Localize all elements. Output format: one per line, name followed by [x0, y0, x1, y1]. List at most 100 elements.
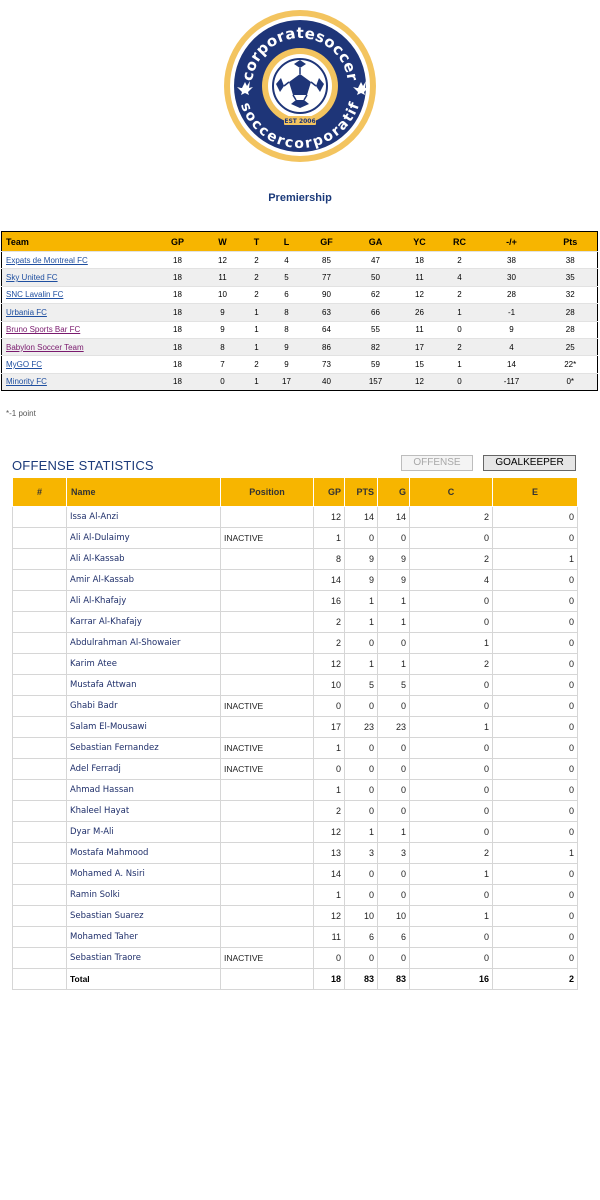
standings-gf-cell: 73 — [301, 355, 352, 374]
player-pos-cell — [220, 863, 314, 885]
player-row: Issa Al-Anzi 12 14 14 2 0 — [12, 506, 578, 528]
offense-statistics-title: OFFENSE STATISTICS — [12, 458, 154, 473]
team-link[interactable]: Minority FC — [6, 377, 47, 386]
offense-button[interactable]: OFFENSE — [401, 455, 473, 471]
stats-header-cell[interactable]: # — [12, 477, 67, 507]
player-name-cell[interactable]: Ali Al-Khafajy — [66, 590, 221, 612]
standings-ga-cell: 55 — [351, 320, 400, 339]
stats-header-cell[interactable]: PTS — [344, 477, 378, 507]
player-num-cell — [12, 506, 67, 528]
site-logo[interactable]: corporatesoccer soccercorporatif EST 200… — [222, 8, 378, 164]
player-num-cell — [12, 758, 67, 780]
player-pos-cell — [220, 842, 314, 864]
team-link[interactable]: Bruno Sports Bar FC — [6, 325, 80, 334]
player-pos-cell — [220, 632, 314, 654]
standings-table: Team GP W T L GF GA YC RC -/+ Pts Expats de Montre… — [1, 231, 598, 392]
player-pts-cell: 6 — [344, 926, 378, 948]
player-e-cell: 0 — [492, 611, 578, 633]
player-e-cell: 0 — [492, 737, 578, 759]
player-name-cell[interactable]: Total — [66, 968, 221, 990]
team-link[interactable]: Babylon Soccer Team — [6, 343, 84, 352]
player-row: Ghabi Badr INACTIVE 0 0 0 0 0 — [12, 695, 578, 717]
player-c-cell: 1 — [409, 905, 493, 927]
stats-header-cell[interactable]: Name — [66, 477, 221, 507]
player-row: Mostafa Mahmood 13 3 3 2 1 — [12, 842, 578, 864]
stats-header-row: # Name Position GP PTS G C E — [12, 477, 578, 507]
standings-row: Minority FC 18 0 1 17 40 157 12 0 -117 0* — [1, 372, 598, 391]
player-name-cell[interactable]: Issa Al-Anzi — [66, 506, 221, 528]
player-gp-cell: 12 — [313, 506, 345, 528]
standings-header-cell: Pts — [543, 231, 598, 252]
standings-pts-cell: 0* — [543, 372, 598, 391]
player-name-cell[interactable]: Ramin Solki — [66, 884, 221, 906]
standings-header-cell: YC — [399, 231, 440, 252]
player-name-cell[interactable]: Mohamed A. Nsiri — [66, 863, 221, 885]
player-name-cell[interactable]: Salam El-Mousawi — [66, 716, 221, 738]
stats-header-cell[interactable]: G — [377, 477, 410, 507]
team-link[interactable]: Sky United FC — [6, 273, 58, 282]
team-link[interactable]: SNC Lavalin FC — [6, 290, 63, 299]
player-g-cell: 0 — [377, 527, 410, 549]
player-name-cell[interactable]: Mohamed Taher — [66, 926, 221, 948]
player-pts-cell: 83 — [344, 968, 378, 990]
stats-header-cell[interactable]: E — [492, 477, 578, 507]
player-name-cell[interactable]: Sebastian Fernandez — [66, 737, 221, 759]
standings-rc-cell: 1 — [439, 355, 480, 374]
standings-gf-cell: 86 — [301, 337, 352, 356]
player-name-cell[interactable]: Karrar Al-Khafajy — [66, 611, 221, 633]
player-name-cell[interactable]: Abdulrahman Al-Showaier — [66, 632, 221, 654]
team-link[interactable]: Urbania FC — [6, 308, 47, 317]
standings-diff-cell: -117 — [479, 372, 544, 391]
team-link[interactable]: MyGO FC — [6, 360, 42, 369]
standings-w-cell: 12 — [203, 250, 242, 269]
player-num-cell — [12, 527, 67, 549]
player-name-cell[interactable]: Amir Al-Kassab — [66, 569, 221, 591]
standings-gf-cell: 85 — [301, 250, 352, 269]
player-name-cell[interactable]: Adel Ferradj — [66, 758, 221, 780]
standings-rc-cell: 2 — [439, 285, 480, 304]
player-name-cell[interactable]: Dyar M-Ali — [66, 821, 221, 843]
stats-header-cell[interactable]: Position — [220, 477, 314, 507]
standings-l-cell: 17 — [271, 372, 302, 391]
player-name-cell[interactable]: Ali Al-Kassab — [66, 548, 221, 570]
player-pts-cell: 0 — [344, 527, 378, 549]
player-pos-cell — [220, 800, 314, 822]
team-link[interactable]: Expats de Montreal FC — [6, 256, 88, 265]
player-name-cell[interactable]: Sebastian Traore — [66, 947, 221, 969]
standings-l-cell: 4 — [271, 250, 302, 269]
standings-gp-cell: 18 — [151, 285, 204, 304]
player-pts-cell: 0 — [344, 758, 378, 780]
standings-row: Babylon Soccer Team 18 8 1 9 86 82 17 2 4 25 — [1, 337, 598, 356]
player-name-cell[interactable]: Khaleel Hayat — [66, 800, 221, 822]
standings-rc-cell: 0 — [439, 372, 480, 391]
player-num-cell — [12, 947, 67, 969]
player-row: Khaleel Hayat 2 0 0 0 0 — [12, 800, 578, 822]
player-name-cell[interactable]: Karim Atee — [66, 653, 221, 675]
stats-header-cell[interactable]: GP — [313, 477, 345, 507]
player-name-cell[interactable]: Mostafa Mahmood — [66, 842, 221, 864]
player-c-cell: 0 — [409, 737, 493, 759]
stats-header-cell[interactable]: C — [409, 477, 493, 507]
player-row: Ramin Solki 1 0 0 0 0 — [12, 884, 578, 906]
player-gp-cell: 12 — [313, 653, 345, 675]
player-pos-cell — [220, 569, 314, 591]
player-pos-cell — [220, 779, 314, 801]
player-gp-cell: 1 — [313, 527, 345, 549]
player-name-cell[interactable]: Mustafa Attwan — [66, 674, 221, 696]
player-name-cell[interactable]: Sebastian Suarez — [66, 905, 221, 927]
standings-w-cell: 9 — [203, 303, 242, 322]
player-g-cell: 14 — [377, 506, 410, 528]
player-name-cell[interactable]: Ali Al-Dulaimy — [66, 527, 221, 549]
player-name-cell[interactable]: Ahmad Hassan — [66, 779, 221, 801]
player-pos-cell — [220, 653, 314, 675]
player-e-cell: 0 — [492, 506, 578, 528]
standings-w-cell: 10 — [203, 285, 242, 304]
goalkeeper-button[interactable]: GOALKEEPER — [483, 455, 576, 471]
player-g-cell: 6 — [377, 926, 410, 948]
player-name-cell[interactable]: Ghabi Badr — [66, 695, 221, 717]
player-pos-cell: INACTIVE — [220, 737, 314, 759]
player-e-cell: 2 — [492, 968, 578, 990]
standings-rc-cell: 1 — [439, 303, 480, 322]
team-cell: Minority FC — [1, 372, 152, 391]
points-footnote: *-1 point — [6, 409, 36, 418]
